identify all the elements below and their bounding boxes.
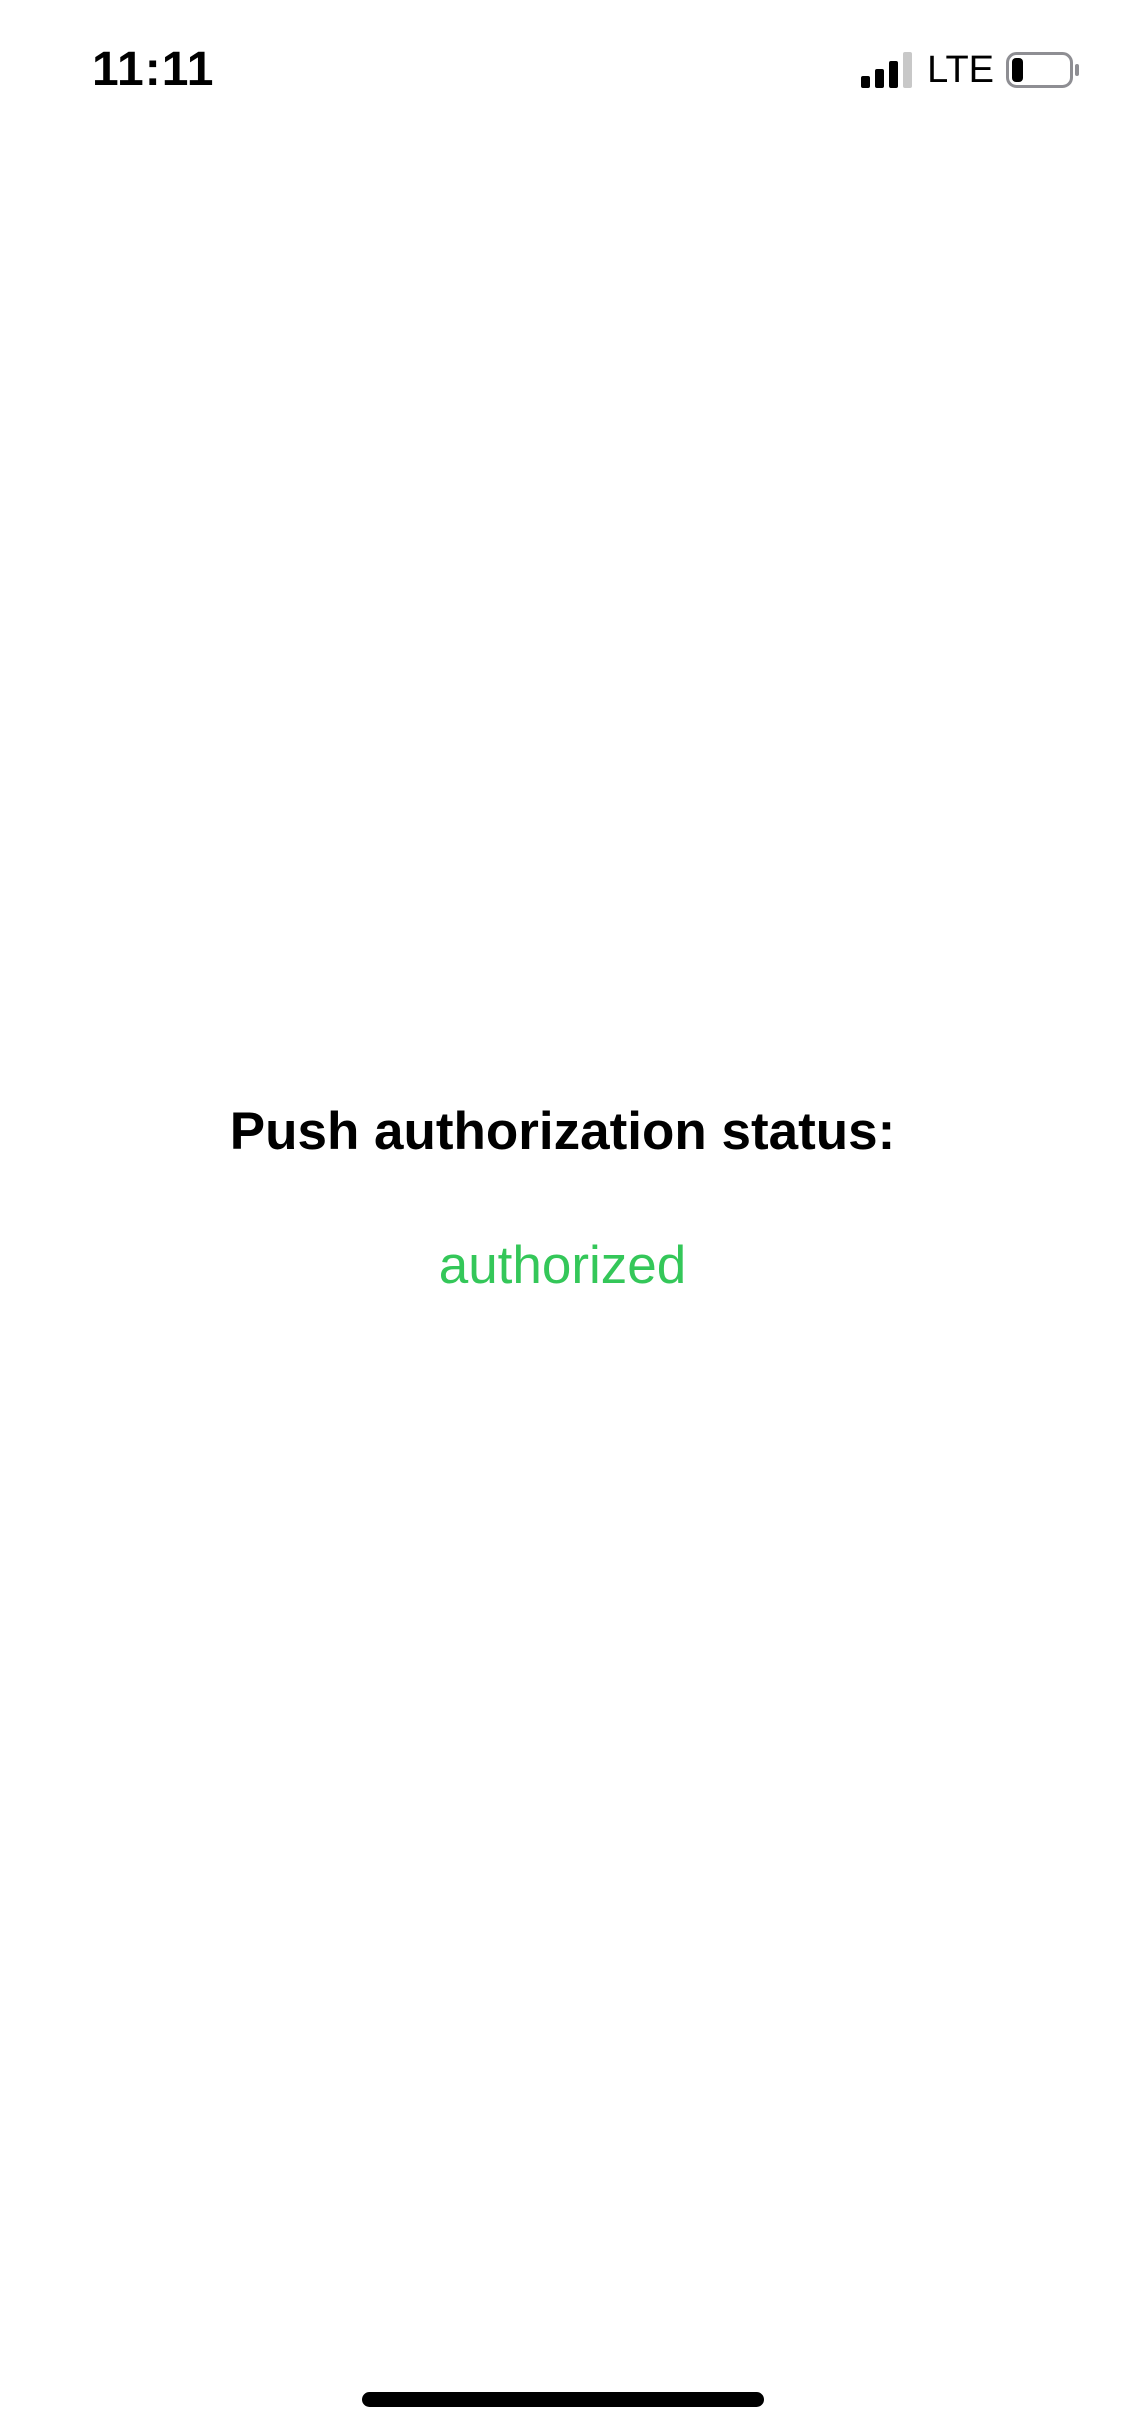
authorization-status-panel: Push authorization status: authorized	[0, 1100, 1125, 1298]
network-type: LTE	[927, 49, 994, 91]
page-title: Push authorization status:	[229, 1102, 896, 1161]
authorization-status-value: authorized	[438, 1236, 687, 1295]
signal-bar-4	[903, 52, 913, 88]
home-indicator[interactable]	[362, 2392, 764, 2407]
status-bar: 11:11 LTE	[0, 0, 1125, 140]
battery-cap	[1075, 64, 1079, 76]
signal-bar-1	[861, 76, 871, 88]
status-time: 11:11	[92, 43, 215, 96]
battery-level-fill	[1012, 58, 1023, 82]
cellular-signal-icon	[861, 52, 913, 88]
status-indicators: LTE	[861, 48, 1082, 92]
signal-bar-2	[875, 69, 885, 88]
signal-bar-3	[889, 61, 899, 88]
battery-icon	[1006, 52, 1079, 88]
